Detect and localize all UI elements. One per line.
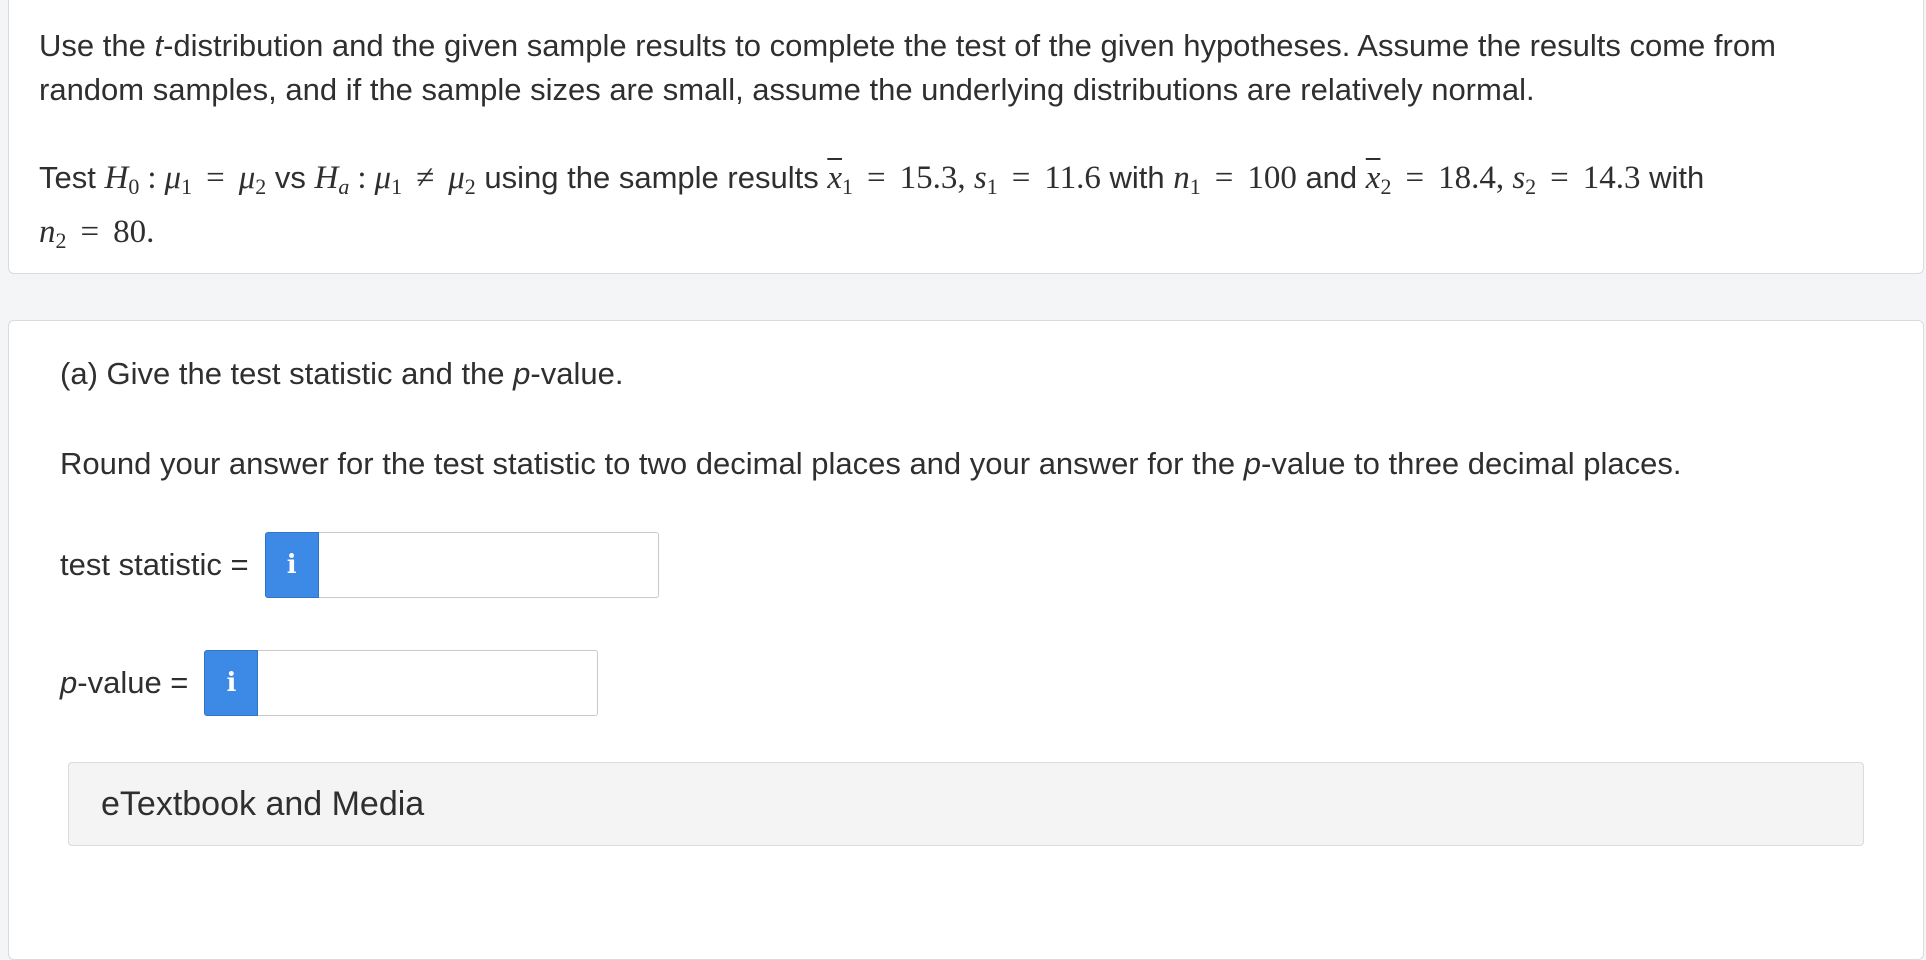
s2-subscript: 2 bbox=[1525, 174, 1537, 199]
comma: , bbox=[957, 160, 974, 196]
p-value-row: p-value = i bbox=[60, 650, 599, 716]
with-text: with bbox=[1640, 160, 1705, 195]
rounding-instructions: Round your answer for the test statistic… bbox=[60, 444, 1681, 484]
not-equals-sign: ≠ bbox=[416, 160, 435, 196]
xbar2-value: 18.4 bbox=[1438, 160, 1496, 196]
with-text: with bbox=[1100, 160, 1174, 195]
part-a-title-text: (a) Give the test statistic and the bbox=[60, 356, 514, 391]
instr-text-2: -value to three decimal places. bbox=[1261, 446, 1682, 481]
p-value-input[interactable] bbox=[258, 650, 599, 716]
s1-value: 11.6 bbox=[1044, 160, 1101, 196]
intro-t-symbol: t bbox=[154, 28, 164, 63]
n1-subscript: 1 bbox=[1189, 174, 1201, 199]
s2-value: 14.3 bbox=[1582, 160, 1641, 196]
ha-symbol: H bbox=[314, 160, 339, 196]
s1-symbol: s bbox=[973, 160, 987, 196]
question-card: Use the t-distribution and the given sam… bbox=[8, 0, 1924, 274]
xbar1-value: 15.3 bbox=[899, 160, 958, 196]
test-statistic-row: test statistic = i bbox=[60, 532, 659, 598]
instr-text-1: Round your answer for the test statistic… bbox=[60, 446, 1244, 481]
p-value-label: p-value = bbox=[60, 665, 188, 701]
etextbook-media-button[interactable]: eTextbook and Media bbox=[68, 762, 1864, 846]
equals-sign: = bbox=[1550, 160, 1569, 196]
xbar2-symbol: x bbox=[1365, 160, 1381, 196]
h0-symbol: H bbox=[104, 160, 129, 196]
vs-text: vs bbox=[266, 160, 315, 195]
and-text: and bbox=[1296, 160, 1366, 195]
n1-value: 100 bbox=[1247, 160, 1297, 196]
ha-subscript: a bbox=[338, 174, 350, 199]
colon: : bbox=[147, 160, 157, 196]
equals-sign: = bbox=[1405, 160, 1425, 196]
test-statistic-input[interactable] bbox=[318, 532, 659, 598]
mu2-symbol: μ bbox=[448, 160, 465, 196]
mu2-subscript: 2 bbox=[464, 174, 476, 199]
xbar1-subscript: 1 bbox=[841, 174, 853, 199]
p-symbol: p bbox=[1243, 446, 1261, 481]
p-symbol: p bbox=[60, 665, 78, 700]
intro-text-2: -distribution and the given sample resul… bbox=[39, 28, 1776, 107]
mu2-symbol: μ bbox=[238, 160, 256, 196]
using-text: using the sample results bbox=[475, 160, 828, 195]
test-statistic-label: test statistic = bbox=[60, 547, 249, 582]
xbar2-subscript: 2 bbox=[1380, 174, 1392, 199]
p-value-label-text: -value = bbox=[77, 665, 189, 700]
n2-symbol: n bbox=[39, 214, 56, 250]
p-value-info-icon[interactable]: i bbox=[204, 650, 259, 716]
s1-subscript: 1 bbox=[986, 174, 998, 199]
s2-symbol: s bbox=[1512, 160, 1526, 196]
n2-value: 80. bbox=[113, 214, 155, 250]
mu1-subscript: 1 bbox=[391, 174, 403, 199]
colon: : bbox=[357, 160, 367, 196]
mu1-symbol: μ bbox=[374, 160, 392, 196]
test-prefix: Test bbox=[39, 160, 105, 195]
equals-sign: = bbox=[1214, 160, 1234, 196]
equals-sign: = bbox=[1011, 160, 1031, 196]
h0-subscript: 0 bbox=[128, 174, 140, 199]
intro-text-1: Use the bbox=[39, 28, 155, 63]
equals-sign: = bbox=[206, 160, 225, 196]
n2-subscript: 2 bbox=[55, 228, 67, 253]
comma: , bbox=[1495, 160, 1513, 196]
p-symbol: p bbox=[513, 356, 531, 391]
mu1-symbol: μ bbox=[164, 160, 182, 196]
xbar1-symbol: x bbox=[827, 160, 842, 196]
part-a-title: (a) Give the test statistic and the p-va… bbox=[60, 354, 623, 394]
equals-sign: = bbox=[80, 214, 100, 250]
part-a-title-suffix: -value. bbox=[530, 356, 624, 391]
question-intro: Use the t-distribution and the given sam… bbox=[39, 24, 1879, 112]
info-icon: i bbox=[226, 668, 237, 698]
hypothesis-statement: Test H0: μ1 = μ2 vs Ha: μ1 ≠ μ2 using the samp… bbox=[39, 155, 1899, 263]
mu2-subscript: 2 bbox=[255, 174, 267, 199]
etextbook-media-label: eTextbook and Media bbox=[101, 784, 425, 823]
test-statistic-info-icon[interactable]: i bbox=[264, 532, 319, 598]
part-a-card bbox=[8, 320, 1924, 960]
equals-sign: = bbox=[866, 160, 886, 196]
mu1-subscript: 1 bbox=[181, 174, 193, 199]
n1-symbol: n bbox=[1173, 160, 1190, 196]
info-icon: i bbox=[286, 550, 297, 580]
